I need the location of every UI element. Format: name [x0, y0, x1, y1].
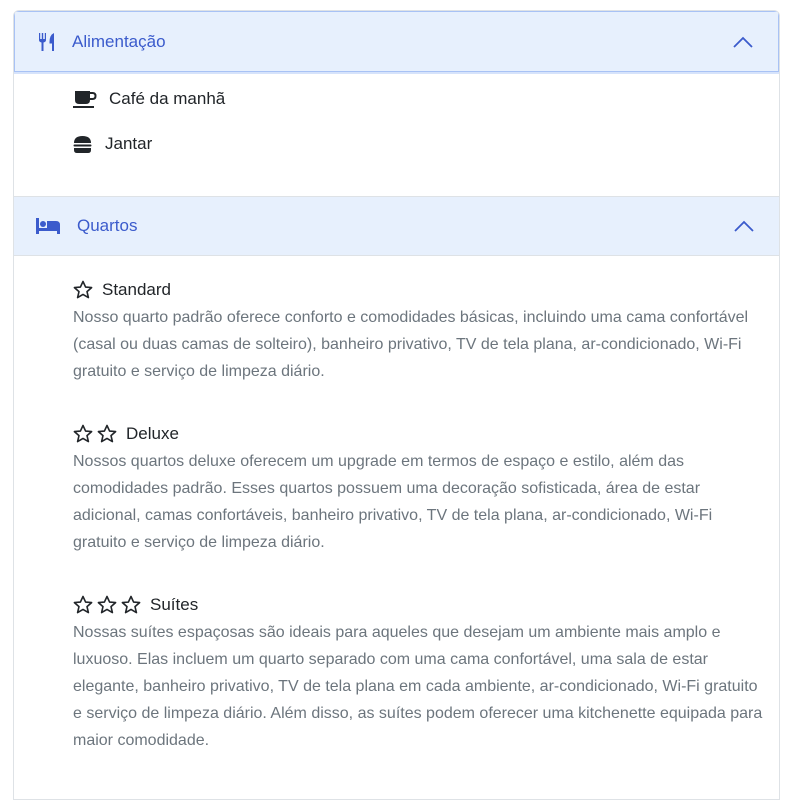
- burger-icon: [73, 135, 92, 154]
- coffee-mug-icon: [73, 89, 97, 109]
- star-icon: [73, 424, 93, 444]
- room-description: Nossas suítes espaçosas são ideais para …: [73, 624, 763, 749]
- accordion-header-food[interactable]: Alimentação: [14, 11, 779, 72]
- list-item-breakfast: Café da manhã: [73, 89, 225, 109]
- star-rating: [73, 424, 117, 444]
- star-rating: [73, 280, 93, 300]
- accordion-header-rooms[interactable]: Quartos: [14, 196, 779, 256]
- star-icon: [73, 595, 93, 615]
- chevron-up-icon: [732, 35, 754, 49]
- accordion-title-food: Alimentação: [72, 31, 166, 51]
- room-description: Nosso quarto padrão oferece conforto e c…: [73, 309, 749, 380]
- room-title: Suítes: [73, 592, 763, 618]
- room-title: Deluxe: [73, 421, 763, 447]
- accordion: Alimentação Café da manhã Jantar Quartos…: [13, 10, 780, 800]
- room-deluxe: Deluxe Nossos quartos deluxe oferecem um…: [73, 421, 763, 556]
- star-icon: [121, 595, 141, 615]
- room-name: Suítes: [150, 595, 199, 614]
- list-item-dinner: Jantar: [73, 134, 152, 154]
- breakfast-label: Café da manhã: [109, 89, 226, 108]
- room-standard: Standard Nosso quarto padrão oferece con…: [73, 277, 763, 385]
- bed-icon: [36, 215, 60, 237]
- accordion-body-food: Café da manhã Jantar: [14, 72, 779, 196]
- star-icon: [97, 595, 117, 615]
- room-title: Standard: [73, 277, 763, 303]
- chevron-up-icon: [733, 219, 755, 233]
- utensils-icon: [36, 31, 58, 53]
- room-suites: Suítes Nossas suítes espaçosas são ideai…: [73, 592, 763, 754]
- room-description: Nossos quartos deluxe oferecem um upgrad…: [73, 453, 713, 551]
- star-rating: [73, 595, 141, 615]
- star-icon: [73, 280, 93, 300]
- star-icon: [97, 424, 117, 444]
- room-name: Deluxe: [126, 424, 179, 443]
- dinner-label: Jantar: [105, 134, 153, 153]
- room-name: Standard: [102, 280, 171, 299]
- accordion-title-rooms: Quartos: [77, 216, 138, 235]
